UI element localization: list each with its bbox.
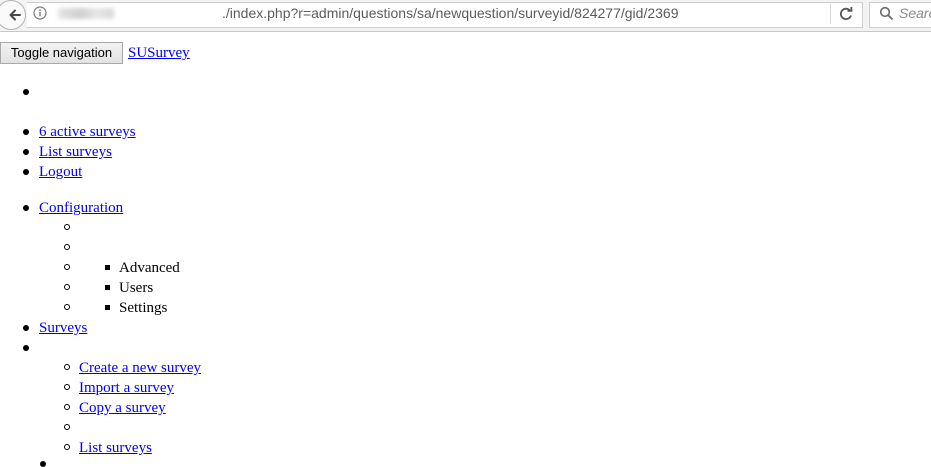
toggle-navigation-button[interactable]: Toggle navigation <box>0 42 123 64</box>
list-bullet <box>64 424 70 430</box>
create-survey-link[interactable]: Create a new survey <box>79 360 201 376</box>
list-bullet <box>105 285 110 290</box>
active-surveys-link[interactable]: 6 active surveys <box>39 124 136 140</box>
list-bullet <box>23 169 29 175</box>
list-bullet <box>64 244 70 250</box>
list-item: Surveys <box>39 319 87 337</box>
search-placeholder: Search <box>899 5 931 21</box>
list-bullet <box>64 384 70 390</box>
list-item: Logout <box>39 163 82 181</box>
list-bullet <box>23 149 29 155</box>
logout-link[interactable]: Logout <box>39 164 82 180</box>
config-submenu-item[interactable]: Users <box>119 279 153 297</box>
url-divider <box>830 4 831 24</box>
list-surveys-link[interactable]: List surveys <box>39 144 112 160</box>
url-text[interactable]: ./index.php?r=admin/questions/sa/newques… <box>222 5 678 21</box>
list-surveys-sublink[interactable]: List surveys <box>79 440 152 456</box>
arrow-left-icon <box>9 9 21 21</box>
list-item: 6 active surveys <box>39 123 136 141</box>
copy-survey-link[interactable]: Copy a survey <box>79 400 166 416</box>
list-bullet <box>64 404 70 410</box>
list-bullet <box>23 205 29 211</box>
list-bullet <box>23 129 29 135</box>
list-bullet <box>23 89 29 95</box>
list-bullet <box>64 364 70 370</box>
redacted-hostname <box>58 8 114 19</box>
import-survey-link[interactable]: Import a survey <box>79 380 174 396</box>
brand-link[interactable]: SUSurvey <box>128 45 190 62</box>
list-bullet <box>64 224 70 230</box>
list-bullet <box>64 304 70 310</box>
list-bullet <box>23 345 29 351</box>
surveys-menu-link[interactable]: Surveys <box>39 320 87 336</box>
reload-icon[interactable] <box>838 6 854 22</box>
list-bullet <box>105 265 110 270</box>
list-bullet <box>23 325 29 331</box>
list-bullet <box>105 305 110 310</box>
list-item: Copy a survey <box>79 399 166 417</box>
list-item: Configuration <box>39 199 123 217</box>
info-icon[interactable] <box>33 6 47 20</box>
list-bullet <box>64 264 70 270</box>
list-bullet <box>40 461 46 467</box>
search-icon <box>879 6 894 21</box>
configuration-menu-link[interactable]: Configuration <box>39 200 123 216</box>
config-submenu-item[interactable]: Advanced <box>119 259 180 277</box>
list-item: List surveys <box>39 143 112 161</box>
list-bullet <box>64 444 70 450</box>
browser-toolbar: ./index.php?r=admin/questions/sa/newques… <box>0 0 931 32</box>
list-item: List surveys <box>79 439 152 457</box>
list-item: Create a new survey <box>79 359 201 377</box>
list-item: Import a survey <box>79 379 174 397</box>
list-bullet <box>64 284 70 290</box>
config-submenu-item[interactable]: Settings <box>119 299 167 317</box>
back-button[interactable] <box>0 0 26 30</box>
